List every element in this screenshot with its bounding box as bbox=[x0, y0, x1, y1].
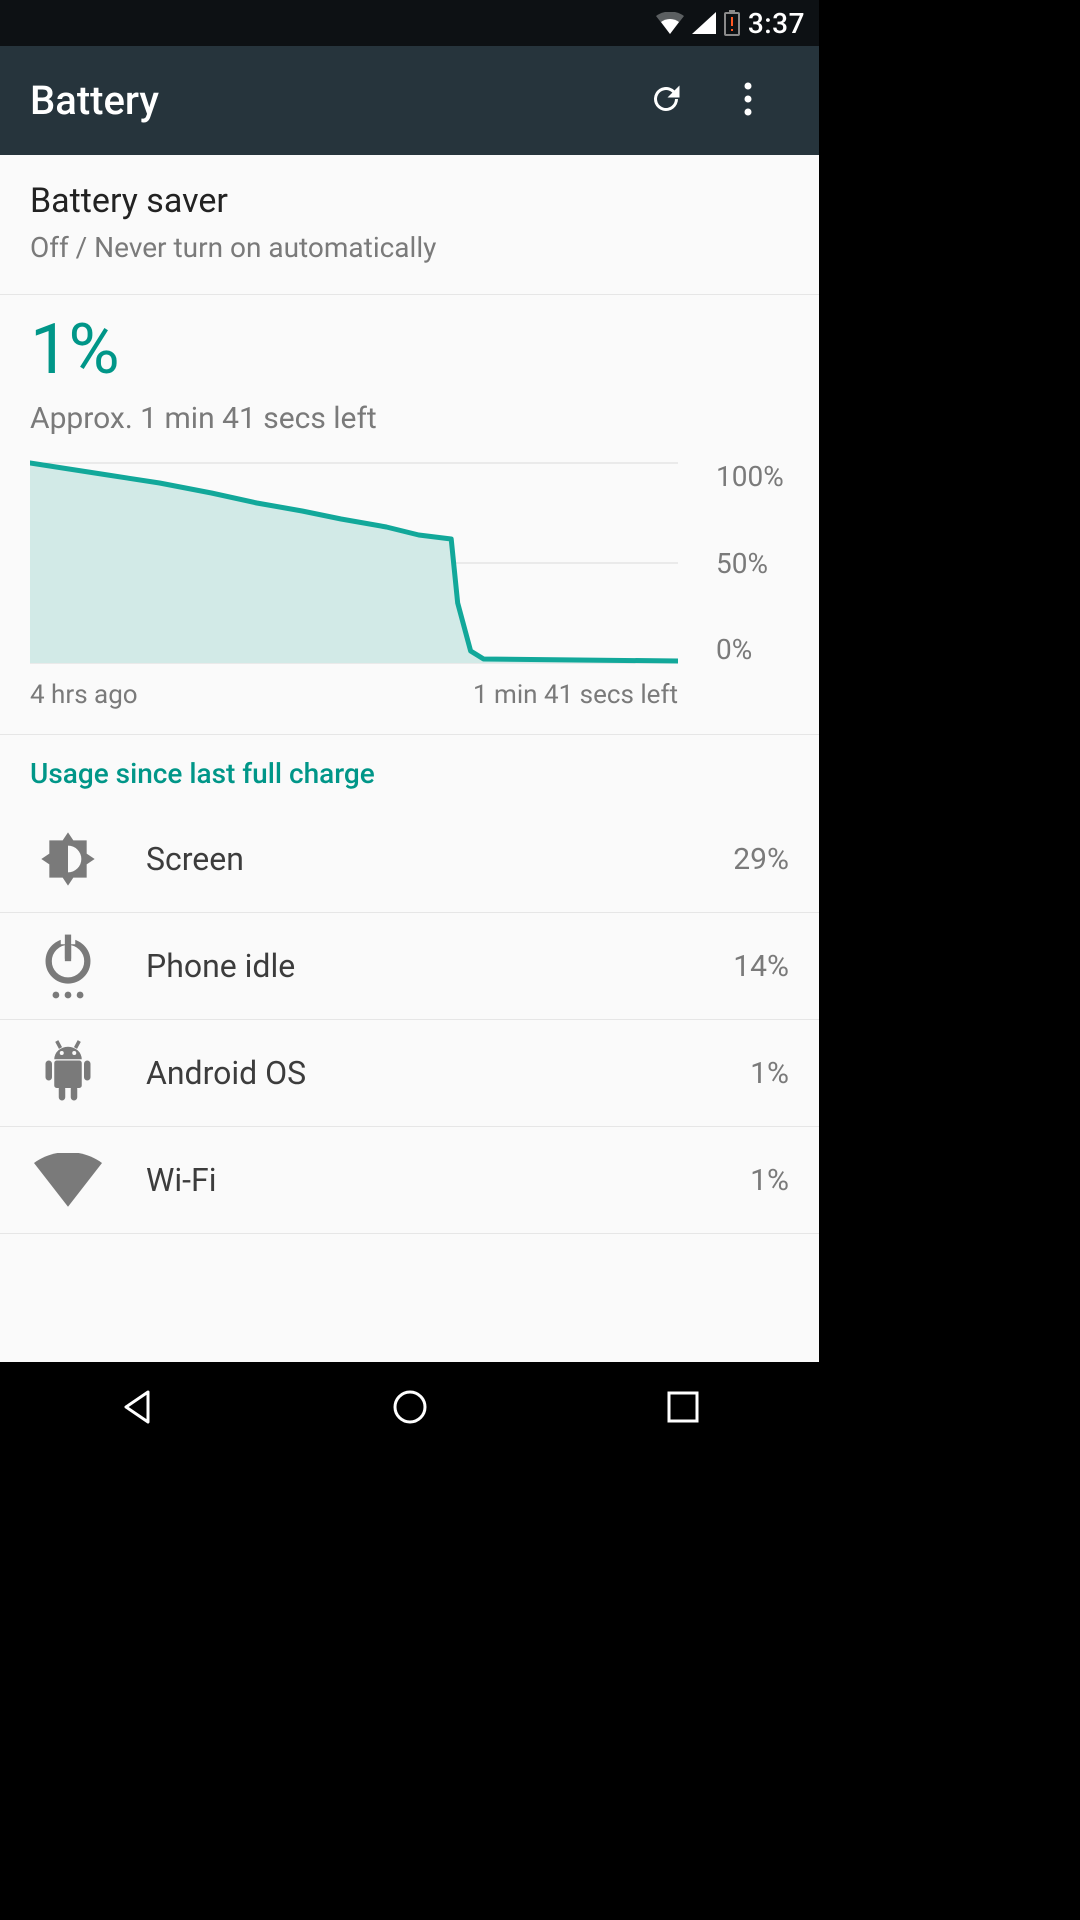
usage-row-wi-fi[interactable]: Wi-Fi1% bbox=[0, 1127, 819, 1234]
chart-ylabel-50: 50% bbox=[716, 547, 789, 580]
usage-row-phone-idle[interactable]: Phone idle14% bbox=[0, 913, 819, 1020]
overflow-menu-button[interactable] bbox=[707, 46, 789, 155]
usage-label: Android OS bbox=[146, 1054, 750, 1092]
screen: 3:37 Battery Battery saver Off / Never t… bbox=[0, 0, 819, 1456]
page-title: Battery bbox=[30, 77, 625, 124]
usage-label: Phone idle bbox=[146, 947, 733, 985]
cell-signal-icon bbox=[692, 12, 716, 34]
home-button[interactable] bbox=[330, 1379, 490, 1439]
usage-header: Usage since last full charge bbox=[0, 735, 819, 806]
status-bar: 3:37 bbox=[0, 0, 819, 46]
brightness-icon bbox=[30, 821, 106, 897]
battery-saver-title: Battery saver bbox=[30, 181, 789, 221]
usage-list: Screen29%Phone idle14%Android OS1%Wi-Fi1… bbox=[0, 806, 819, 1234]
usage-pct: 29% bbox=[733, 842, 789, 877]
usage-pct: 14% bbox=[733, 949, 789, 984]
chart-y-labels: 100% 50% 0% bbox=[678, 460, 789, 666]
usage-label: Wi-Fi bbox=[146, 1161, 750, 1199]
battery-percent: 1% bbox=[30, 309, 789, 391]
content-area: Battery saver Off / Never turn on automa… bbox=[0, 155, 819, 1362]
refresh-icon bbox=[648, 81, 684, 121]
battery-estimate: Approx. 1 min 41 secs left bbox=[30, 401, 789, 436]
usage-pct: 1% bbox=[750, 1056, 789, 1091]
chart-ylabel-100: 100% bbox=[716, 460, 789, 493]
recents-button[interactable] bbox=[603, 1379, 763, 1439]
usage-label: Screen bbox=[146, 840, 733, 878]
refresh-button[interactable] bbox=[625, 46, 707, 155]
battery-graph-block[interactable]: 1% Approx. 1 min 41 secs left 100% 50% 0… bbox=[0, 295, 819, 735]
navigation-bar bbox=[0, 1362, 819, 1456]
back-icon bbox=[118, 1388, 156, 1430]
usage-pct: 1% bbox=[750, 1163, 789, 1198]
chart-ylabel-0: 0% bbox=[716, 633, 789, 666]
battery-chart: 100% 50% 0% bbox=[30, 460, 789, 666]
back-button[interactable] bbox=[57, 1379, 217, 1439]
android-icon bbox=[30, 1035, 106, 1111]
status-clock: 3:37 bbox=[748, 7, 805, 40]
power-idle-icon bbox=[30, 928, 106, 1004]
wifi-status-icon bbox=[656, 12, 684, 34]
chart-xlabel-right: 1 min 41 secs left bbox=[473, 680, 678, 710]
chart-xlabel-left: 4 hrs ago bbox=[30, 680, 138, 710]
app-bar: Battery bbox=[0, 46, 819, 155]
more-vert-icon bbox=[744, 81, 752, 121]
usage-row-screen[interactable]: Screen29% bbox=[0, 806, 819, 913]
home-icon bbox=[391, 1388, 429, 1430]
wifi-icon bbox=[30, 1142, 106, 1218]
battery-critical-icon bbox=[724, 10, 740, 36]
battery-chart-svg bbox=[30, 460, 678, 666]
chart-x-labels: 4 hrs ago 1 min 41 secs left bbox=[30, 680, 678, 710]
usage-row-android-os[interactable]: Android OS1% bbox=[0, 1020, 819, 1127]
battery-saver-subtitle: Off / Never turn on automatically bbox=[30, 231, 789, 264]
battery-saver-item[interactable]: Battery saver Off / Never turn on automa… bbox=[0, 155, 819, 295]
recents-icon bbox=[666, 1390, 700, 1428]
